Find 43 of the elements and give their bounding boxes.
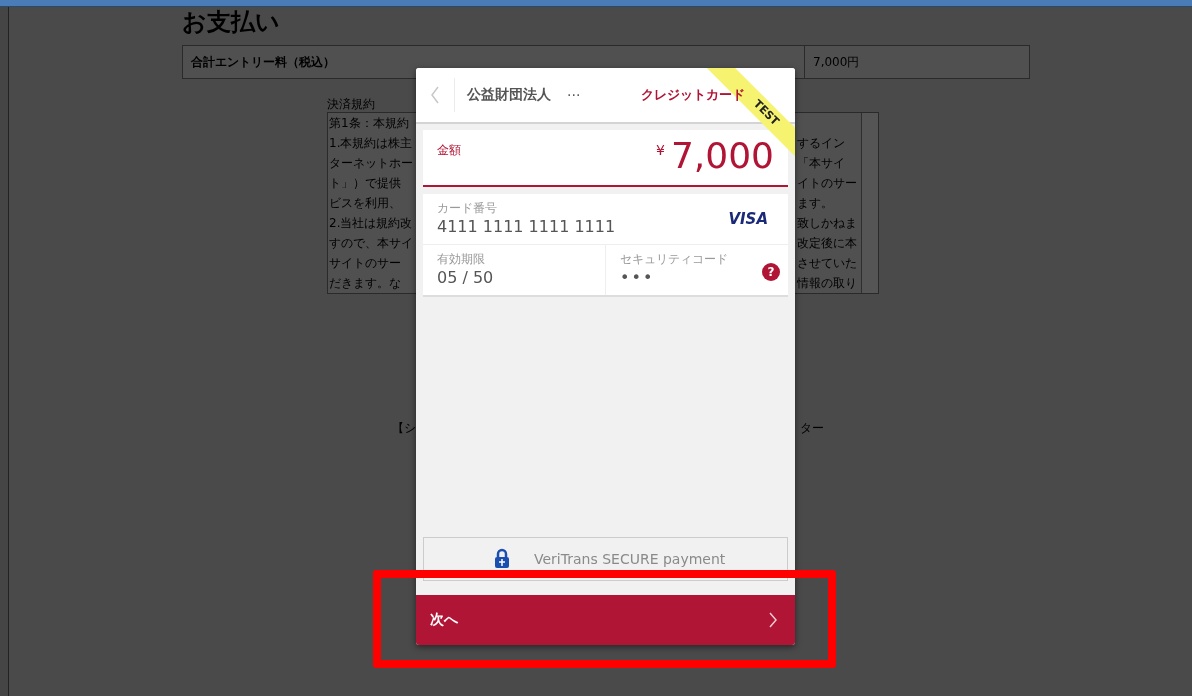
terms-label: 決済規約 [327,97,375,112]
terms-line: イトのサー [797,175,857,192]
scrollbar[interactable] [861,113,878,293]
terms-line: するイン [797,135,846,152]
amount-value: 7,000 [670,134,774,178]
terms-line: だきます。な [329,275,402,292]
terms-line: ビスを利用、 [329,195,402,212]
terms-line: 「本サイ [797,155,846,172]
merchant-name: 公益財団法人 [467,86,551,104]
fee-value: 7,000円 [804,46,1029,78]
expiry-field[interactable]: 05 / 50 [437,267,494,289]
terms-line: サイトのサー [329,255,402,272]
card-number-label: カード番号 [437,200,498,216]
secure-text: VeriTrans SECURE payment [534,551,726,567]
terms-line: 第1条：本規約 [329,115,410,132]
chevron-right-icon [769,612,777,628]
terms-line: すので、本サイ [329,235,413,252]
more-text: ··· [567,87,581,103]
terms-line: 2.当社は規約改 [329,215,413,232]
amount-label: 金額 [437,142,462,159]
fee-label: 合計エントリー料（税込） [190,53,336,71]
terms-line: 1.本規約は株主 [329,135,413,152]
footer-text: 【シ [392,420,416,437]
expiry-label: 有効期限 [437,251,486,267]
page-title: お支払い [182,7,281,37]
currency-sign: ¥ [656,142,665,158]
terms-line: ターネットホー [329,155,413,172]
next-button[interactable]: 次へ [416,595,795,645]
back-chevron-icon[interactable] [430,86,440,104]
help-button[interactable]: ? [762,263,780,281]
terms-line: 改定後に本 [797,235,857,252]
lock-icon [494,548,510,570]
footer-text: ター [800,420,824,437]
terms-line: ます。 [797,195,834,212]
payment-method: クレジットカード [641,86,745,104]
security-code-field[interactable]: ••• [620,267,655,289]
terms-line: 情報の取り [797,275,857,292]
terms-line: ト」）で提供 [329,175,402,192]
security-code-label: セキュリティコード [620,251,729,267]
card-number-field[interactable]: 4111 1111 1111 1111 [437,216,616,238]
card-brand-logo: VISA [728,210,768,228]
terms-line: させていた [797,255,857,272]
terms-line: 致しかねま [797,215,857,232]
